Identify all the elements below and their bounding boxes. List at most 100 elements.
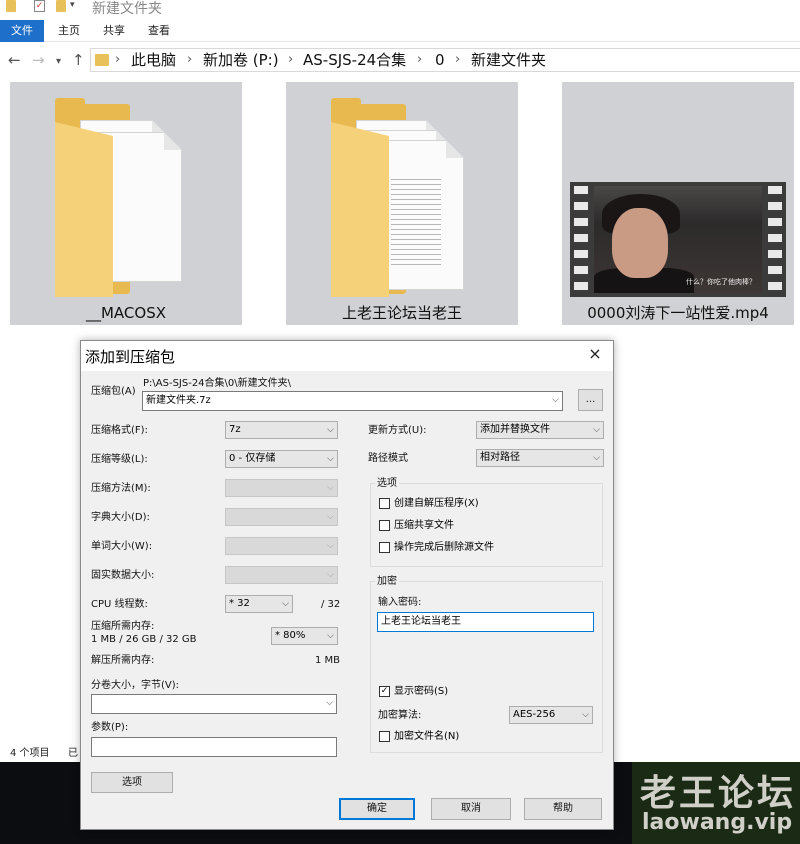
enc-method-select[interactable]: AES-256 ⌵ bbox=[509, 706, 593, 724]
breadcrumb-collection[interactable]: AS-SJS-24合集 bbox=[303, 50, 406, 70]
folder-icon bbox=[95, 54, 109, 66]
shared-label: 压缩共享文件 bbox=[394, 520, 454, 531]
mem-detail: 1 MB / 26 GB / 32 GB bbox=[91, 634, 197, 645]
tab-file[interactable]: 文件 bbox=[0, 20, 44, 42]
delete-source-label: 操作完成后删除源文件 bbox=[394, 542, 494, 553]
recent-locations-chevron-icon[interactable]: ▾ bbox=[56, 52, 61, 72]
chevron-down-icon[interactable]: ⌵ bbox=[552, 392, 559, 408]
file-item[interactable]: 什么？你吃了他肉棒？ 0000刘涛下一站性爱.mp4 bbox=[562, 82, 794, 325]
archive-name-combo[interactable]: 新建文件夹.7z ⌵ bbox=[142, 391, 563, 411]
chevron-down-icon: ⌵ bbox=[327, 570, 334, 580]
mem-label: 压缩所需内存: bbox=[91, 621, 155, 632]
format-value: 7z bbox=[229, 424, 241, 435]
breadcrumb-this-pc[interactable]: 此电脑 bbox=[131, 50, 176, 70]
tab-home[interactable]: 主页 bbox=[48, 20, 90, 42]
chevron-down-icon: ⌵ bbox=[593, 453, 600, 463]
new-folder-icon[interactable] bbox=[56, 0, 66, 12]
breadcrumb-separator-icon[interactable]: › bbox=[455, 50, 460, 70]
level-value: 0 - 仅存储 bbox=[229, 453, 276, 464]
cpu-value: * 32 bbox=[229, 598, 250, 609]
path-mode-value: 相对路径 bbox=[480, 452, 520, 463]
chevron-down-icon[interactable]: ⌵ bbox=[326, 695, 333, 711]
video-thumbnail: 什么？你吃了他肉棒？ bbox=[570, 182, 786, 297]
mem-select[interactable]: * 80% ⌵ bbox=[271, 627, 338, 645]
chevron-down-icon[interactable]: ▾ bbox=[70, 0, 78, 12]
decomp-value: 1 MB bbox=[315, 655, 341, 666]
breadcrumb-current[interactable]: 新建文件夹 bbox=[471, 50, 546, 70]
watermark-url: laowang.vip bbox=[642, 810, 793, 835]
delete-source-checkbox[interactable] bbox=[379, 542, 390, 553]
up-arrow-icon[interactable]: ↑ bbox=[72, 50, 85, 70]
tab-share[interactable]: 共享 bbox=[93, 20, 135, 42]
format-label: 压缩格式(F): bbox=[91, 425, 148, 436]
decomp-label: 解压所需内存: bbox=[91, 655, 155, 666]
properties-icon[interactable]: ✓ bbox=[34, 0, 45, 12]
params-label: 参数(P): bbox=[91, 722, 129, 733]
breadcrumb-drive[interactable]: 新加卷 (P:) bbox=[203, 50, 279, 70]
update-select[interactable]: 添加并替换文件 ⌵ bbox=[476, 421, 604, 439]
ok-button[interactable]: 确定 bbox=[339, 798, 415, 820]
chevron-down-icon: ⌵ bbox=[327, 483, 334, 493]
ribbon: 文件 主页 共享 查看 bbox=[0, 20, 800, 42]
chevron-down-icon: ⌵ bbox=[282, 599, 289, 609]
chevron-down-icon: ⌵ bbox=[582, 710, 589, 720]
item-count: 4 个项目 bbox=[10, 748, 50, 759]
volume-label: 分卷大小，字节(V): bbox=[91, 680, 180, 691]
cancel-button[interactable]: 取消 bbox=[431, 798, 511, 820]
cpu-total: / 32 bbox=[321, 599, 341, 610]
selection-status: 已 bbox=[68, 748, 78, 759]
update-value: 添加并替换文件 bbox=[480, 424, 550, 435]
breadcrumb-separator-icon[interactable]: › bbox=[288, 50, 293, 70]
tab-view[interactable]: 查看 bbox=[138, 20, 180, 42]
film-strip-icon bbox=[574, 186, 588, 293]
dialog-titlebar: 添加到压缩包 × bbox=[81, 341, 613, 371]
word-select: ⌵ bbox=[225, 537, 338, 555]
file-item[interactable]: __MACOSX bbox=[10, 82, 242, 325]
shared-checkbox[interactable] bbox=[379, 520, 390, 531]
sfx-checkbox[interactable] bbox=[379, 498, 390, 509]
breadcrumb-separator-icon[interactable]: › bbox=[187, 50, 192, 70]
close-icon[interactable]: × bbox=[585, 344, 605, 364]
file-list: __MACOSX 上老王论坛当老王 什么？你吃了他肉棒？ 0000刘涛下一站性爱… bbox=[0, 80, 800, 340]
folder-icon[interactable] bbox=[6, 0, 16, 12]
params-input[interactable] bbox=[91, 737, 337, 757]
encryption-group-title: 加密 bbox=[375, 575, 399, 588]
level-select[interactable]: 0 - 仅存储 ⌵ bbox=[225, 450, 338, 468]
options-button[interactable]: 选项 bbox=[91, 772, 173, 793]
path-mode-label: 路径模式 bbox=[368, 453, 408, 464]
format-select[interactable]: 7z ⌵ bbox=[225, 421, 338, 439]
file-name: 0000刘涛下一站性爱.mp4 bbox=[587, 304, 769, 322]
path-mode-select[interactable]: 相对路径 ⌵ bbox=[476, 449, 604, 467]
help-button[interactable]: 帮助 bbox=[524, 798, 602, 820]
volume-combo[interactable]: ⌵ bbox=[91, 694, 337, 714]
file-item[interactable]: 上老王论坛当老王 bbox=[286, 82, 518, 325]
method-select: ⌵ bbox=[225, 479, 338, 497]
encrypt-names-label: 加密文件名(N) bbox=[394, 731, 460, 742]
solid-select: ⌵ bbox=[225, 566, 338, 584]
breadcrumb-0[interactable]: 0 bbox=[435, 50, 445, 70]
word-label: 单词大小(W): bbox=[91, 541, 153, 552]
password-label: 输入密码: bbox=[378, 597, 422, 608]
file-name: 上老王论坛当老王 bbox=[341, 304, 462, 322]
breadcrumb-separator-icon[interactable]: › bbox=[115, 50, 120, 70]
show-password-checkbox[interactable]: ✓ bbox=[379, 686, 390, 697]
options-group-title: 选项 bbox=[375, 477, 399, 490]
cpu-select[interactable]: * 32 ⌵ bbox=[225, 595, 293, 613]
forward-arrow-icon[interactable]: → bbox=[32, 50, 45, 70]
enc-method-value: AES-256 bbox=[513, 709, 556, 720]
browse-button[interactable]: ... bbox=[578, 389, 603, 411]
chevron-down-icon: ⌵ bbox=[327, 512, 334, 522]
password-input[interactable]: 上老王论坛当老王 bbox=[377, 612, 594, 632]
method-label: 压缩方法(M): bbox=[91, 483, 151, 494]
address-bar-row: ← → ▾ ↑ › 此电脑 › 新加卷 (P:) › AS-SJS-24合集 ›… bbox=[0, 44, 800, 76]
archive-label: 压缩包(A) bbox=[91, 386, 136, 397]
address-bar[interactable]: › 此电脑 › 新加卷 (P:) › AS-SJS-24合集 › 0 › 新建文… bbox=[90, 48, 800, 72]
dict-label: 字典大小(D): bbox=[91, 512, 150, 523]
breadcrumb-separator-icon[interactable]: › bbox=[417, 50, 422, 70]
dialog-title: 添加到压缩包 bbox=[85, 348, 176, 366]
dict-select: ⌵ bbox=[225, 508, 338, 526]
mem-value: * 80% bbox=[275, 630, 306, 641]
window-title: 新建文件夹 bbox=[92, 1, 162, 17]
back-arrow-icon[interactable]: ← bbox=[8, 50, 21, 70]
encrypt-names-checkbox[interactable] bbox=[379, 731, 390, 742]
